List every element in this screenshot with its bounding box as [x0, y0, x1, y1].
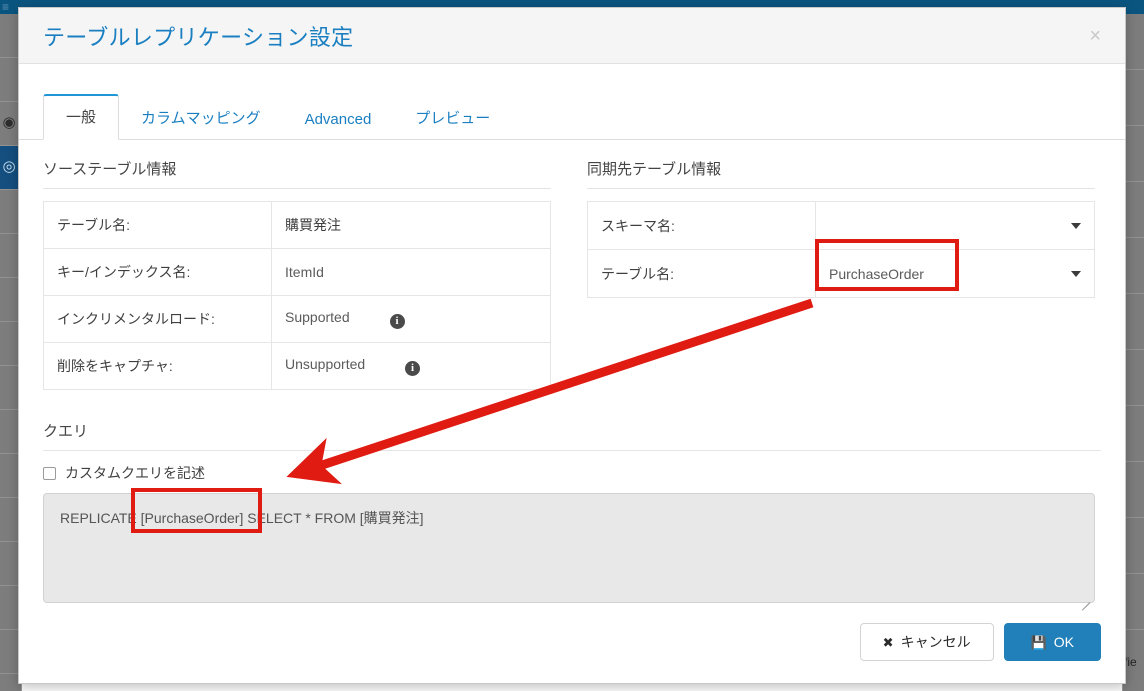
cancel-button-label: キャンセル: [900, 634, 971, 650]
background-rail-item: [1123, 350, 1144, 406]
source-table-name-label: テーブル名:: [43, 201, 272, 249]
save-disk-icon: 💾: [1030, 634, 1047, 650]
tab-advanced[interactable]: Advanced: [283, 100, 394, 140]
database-icon: ◎: [2, 158, 16, 175]
source-table-name-value: 購買発注: [271, 201, 551, 249]
globe-icon: ◉: [2, 114, 16, 131]
source-table-name-text: 購買発注: [285, 217, 341, 233]
source-table-section: ソーステーブル情報 テーブル名: 購買発注 キー/インデックス名: ItemId: [43, 158, 551, 390]
query-section: クエリ カスタムクエリを記述: [43, 420, 1101, 611]
table-replication-settings-dialog: テーブルレプリケーション設定 × 一般 カラムマッピング Advanced プレ…: [18, 7, 1126, 684]
dialog-footer: ✖ キャンセル 💾 OK: [859, 623, 1101, 661]
source-key-index-value: ItemId: [271, 248, 551, 296]
target-table-section: 同期先テーブル情報 スキーマ名: テーブル名: PurchaseOrder: [587, 158, 1095, 390]
source-key-index-label: キー/インデックス名:: [43, 248, 272, 296]
query-section-title: クエリ: [43, 420, 1101, 451]
chevron-down-icon: [1071, 222, 1081, 229]
background-edge-text: fie: [1124, 655, 1137, 669]
table-row: 削除をキャプチャ: Unsupported i: [43, 342, 551, 390]
info-icon[interactable]: i: [389, 314, 405, 329]
background-rail-item: [1123, 294, 1144, 350]
background-rail-item: [1123, 518, 1144, 574]
target-schema-select[interactable]: [815, 201, 1095, 250]
capture-delete-label: 削除をキャプチャ:: [43, 342, 272, 390]
target-table-name-select[interactable]: PurchaseOrder: [815, 249, 1095, 298]
tab-preview[interactable]: プレビュー: [393, 96, 512, 140]
background-rail-item: [1123, 574, 1144, 630]
dialog-tabs: 一般 カラムマッピング Advanced プレビュー: [19, 86, 1125, 140]
dialog-title: テーブルレプリケーション設定: [43, 24, 354, 50]
target-table-info-table: スキーマ名: テーブル名: PurchaseOrder: [587, 201, 1095, 298]
background-rail-item: [1123, 70, 1144, 126]
background-rail-item: [1123, 406, 1144, 462]
info-columns: ソーステーブル情報 テーブル名: 購買発注 キー/インデックス名: ItemId: [43, 158, 1101, 390]
capture-delete-value: Unsupported i: [271, 342, 551, 390]
dialog-body: 一般 カラムマッピング Advanced プレビュー ソーステーブル情報 テーブ…: [19, 64, 1125, 683]
close-icon[interactable]: ×: [1081, 22, 1109, 50]
custom-query-checkbox-label[interactable]: カスタムクエリを記述: [65, 463, 205, 483]
target-schema-label: スキーマ名:: [587, 201, 816, 250]
target-table-section-title: 同期先テーブル情報: [587, 158, 1095, 189]
source-table-section-title: ソーステーブル情報: [43, 158, 551, 189]
incremental-load-text: Supported: [285, 309, 350, 325]
table-row: スキーマ名:: [587, 201, 1095, 250]
background-rail-item: [1123, 182, 1144, 238]
table-row: テーブル名: 購買発注: [43, 201, 551, 249]
cancel-button[interactable]: ✖ キャンセル: [859, 623, 994, 661]
ok-button[interactable]: 💾 OK: [1003, 623, 1101, 661]
table-row: テーブル名: PurchaseOrder: [587, 249, 1095, 298]
background-rail-item: [1123, 14, 1144, 70]
custom-query-checkbox-row: カスタムクエリを記述: [43, 463, 1101, 483]
table-row: キー/インデックス名: ItemId: [43, 248, 551, 296]
source-key-index-text: ItemId: [285, 264, 324, 280]
tab-column-mapping[interactable]: カラムマッピング: [119, 96, 283, 140]
target-table-name-label: テーブル名:: [587, 249, 816, 298]
close-x-icon: ✖: [882, 634, 894, 650]
info-icon[interactable]: i: [405, 361, 421, 376]
incremental-load-label: インクリメンタルロード:: [43, 295, 272, 343]
tab-panel-general: ソーステーブル情報 テーブル名: 購買発注 キー/インデックス名: ItemId: [19, 140, 1125, 611]
background-rail-item: [1123, 238, 1144, 294]
background-rail-item: [1123, 462, 1144, 518]
ok-button-label: OK: [1053, 634, 1074, 650]
chevron-down-icon: [1071, 270, 1081, 277]
custom-query-checkbox[interactable]: [43, 466, 56, 480]
source-table-info-table: テーブル名: 購買発注 キー/インデックス名: ItemId インクリメンタルロ…: [43, 201, 551, 390]
background-rail-item: [1123, 126, 1144, 182]
capture-delete-text: Unsupported: [285, 356, 366, 372]
incremental-load-value: Supported i: [271, 295, 551, 343]
table-row: インクリメンタルロード: Supported i: [43, 295, 551, 343]
target-table-name-value: PurchaseOrder: [829, 265, 924, 282]
query-textarea[interactable]: [43, 493, 1095, 603]
tab-general[interactable]: 一般: [43, 94, 120, 140]
dialog-header: テーブルレプリケーション設定 ×: [19, 8, 1125, 64]
